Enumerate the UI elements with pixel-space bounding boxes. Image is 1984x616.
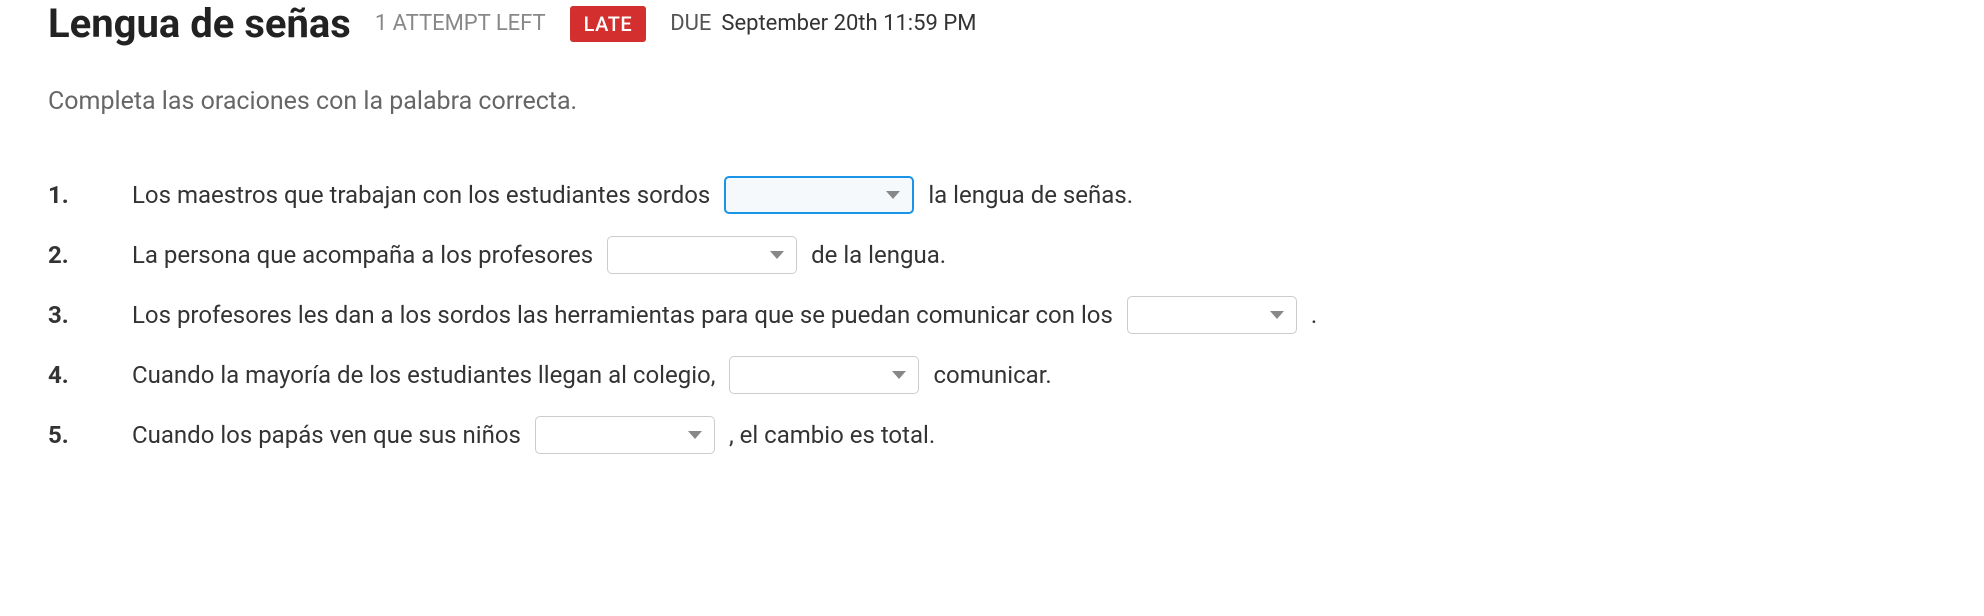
question-text-after: comunicar. [933,361,1051,389]
answer-dropdown[interactable] [607,236,797,274]
question-text-before: Los profesores les dan a los sordos las … [132,301,1113,329]
attempts-left: 1 ATTEMPT LEFT [375,11,546,36]
question-text: Cuando la mayoría de los estudiantes lle… [132,356,1052,394]
question-text: Cuando los papás ven que sus niños , el … [132,416,935,454]
due-value: September 20th 11:59 PM [721,11,976,36]
question-text-after: la lengua de señas. [928,181,1133,209]
late-badge: LATE [570,6,647,42]
question-number: 4. [48,361,132,389]
question-row: 5. Cuando los papás ven que sus niños , … [48,416,1936,454]
chevron-down-icon [688,431,702,439]
chevron-down-icon [1270,311,1284,319]
chevron-down-icon [770,251,784,259]
question-row: 1. Los maestros que trabajan con los est… [48,176,1936,214]
chevron-down-icon [886,191,900,199]
assignment-header: Lengua de señas 1 ATTEMPT LEFT LATE DUE … [48,0,1936,47]
question-number: 2. [48,241,132,269]
question-text-after: de la lengua. [811,241,946,269]
question-text-after: , el cambio es total. [729,421,935,449]
answer-dropdown[interactable] [724,176,914,214]
due-info: DUE September 20th 11:59 PM [670,11,976,36]
question-number: 3. [48,301,132,329]
chevron-down-icon [892,371,906,379]
answer-dropdown[interactable] [1127,296,1297,334]
question-text-before: Cuando los papás ven que sus niños [132,421,521,449]
question-number: 5. [48,421,132,449]
answer-dropdown[interactable] [535,416,715,454]
question-text-before: La persona que acompaña a los profesores [132,241,593,269]
assignment-title: Lengua de señas [48,0,351,47]
question-text: Los profesores les dan a los sordos las … [132,296,1317,334]
question-text-before: Los maestros que trabajan con los estudi… [132,181,710,209]
answer-dropdown[interactable] [729,356,919,394]
instructions-text: Completa las oraciones con la palabra co… [48,87,1936,116]
question-row: 3. Los profesores les dan a los sordos l… [48,296,1936,334]
question-text-before: Cuando la mayoría de los estudiantes lle… [132,361,715,389]
question-row: 2. La persona que acompaña a los profeso… [48,236,1936,274]
due-label: DUE [670,11,711,36]
question-text-after: . [1311,301,1317,329]
question-text: Los maestros que trabajan con los estudi… [132,176,1133,214]
questions-list: 1. Los maestros que trabajan con los est… [48,176,1936,454]
question-text: La persona que acompaña a los profesores… [132,236,946,274]
question-number: 1. [48,181,132,209]
question-row: 4. Cuando la mayoría de los estudiantes … [48,356,1936,394]
